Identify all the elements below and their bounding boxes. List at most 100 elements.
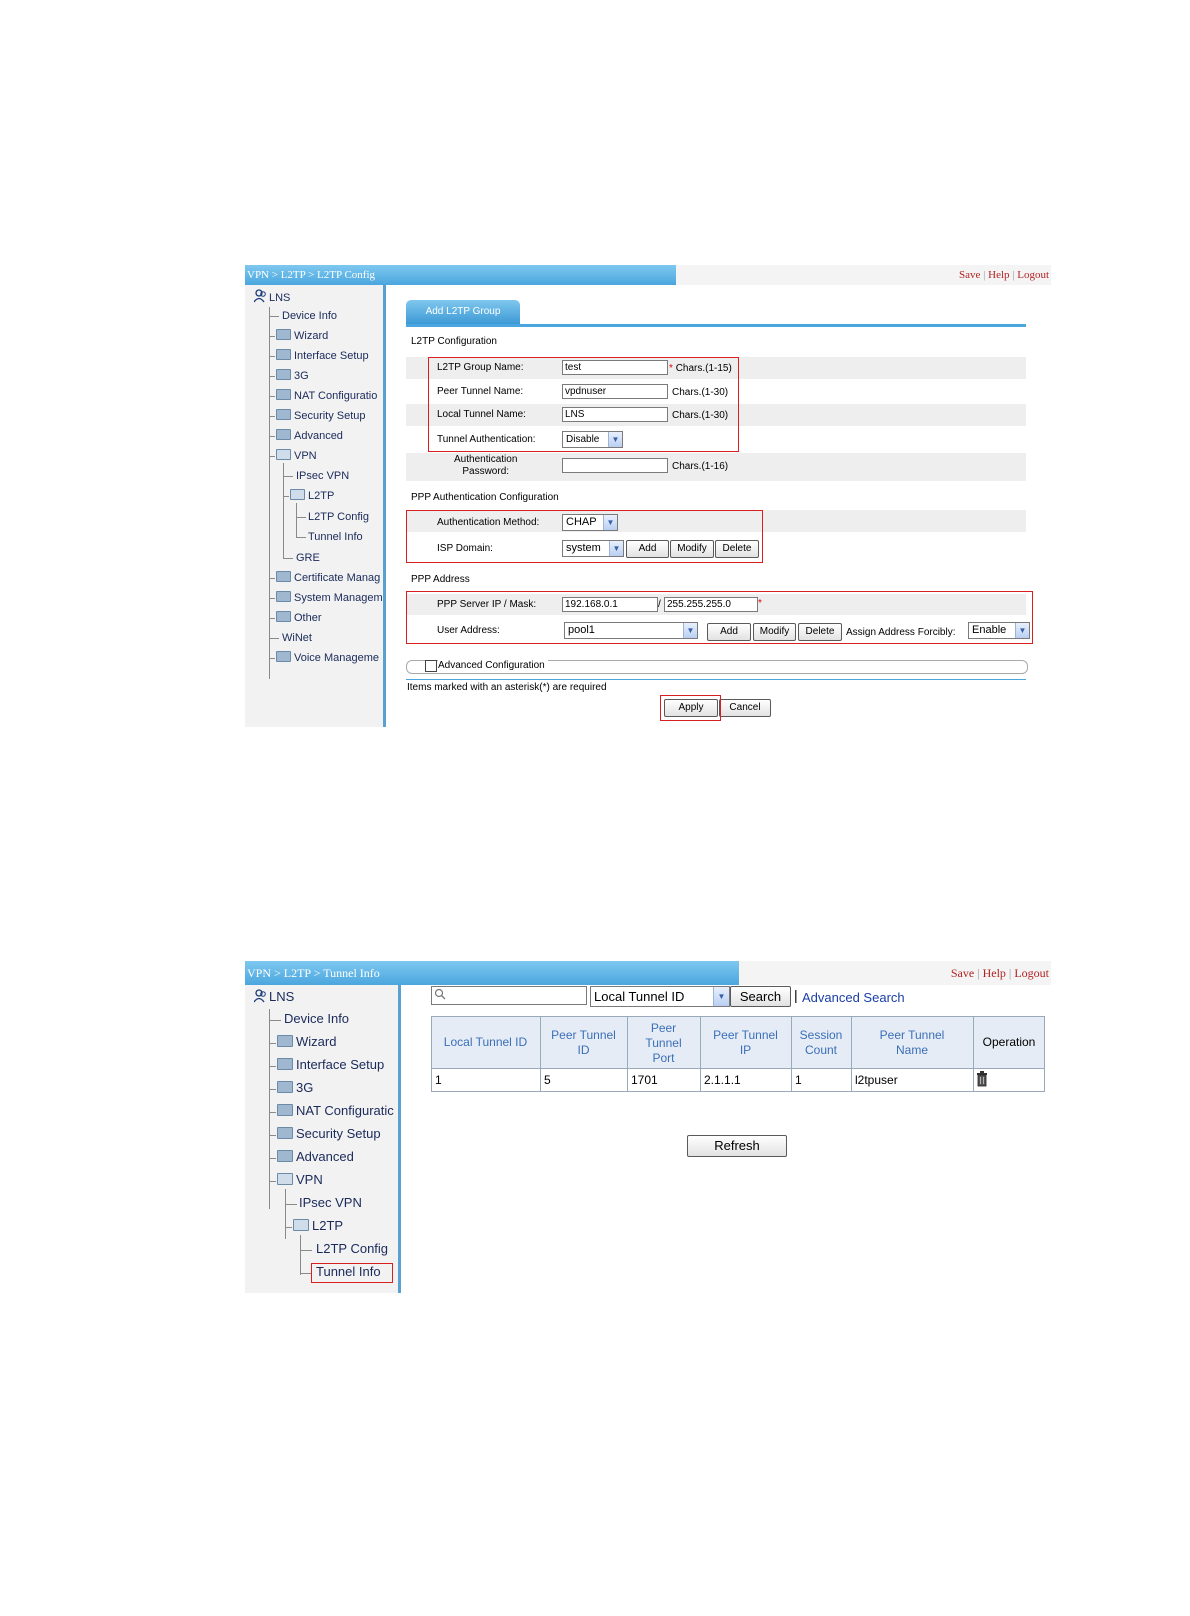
- isp-delete-button[interactable]: Delete: [715, 540, 759, 558]
- nav-l2tp[interactable]: L2TP: [290, 489, 334, 503]
- peer-tunnel-label: Peer Tunnel Name:: [437, 386, 524, 397]
- cell-local-tunnel-id: 1: [435, 1073, 442, 1087]
- tunnel-auth-select[interactable]: Disable ▼: [562, 431, 623, 448]
- nav-ipsec-vpn[interactable]: IPsec VPN: [299, 1196, 362, 1210]
- assign-forcibly-label: Assign Address Forcibly:: [846, 627, 956, 638]
- folder-icon: [276, 651, 291, 662]
- pool-add-button[interactable]: Add: [707, 623, 751, 641]
- nav-3g[interactable]: 3G: [277, 1081, 313, 1095]
- local-tunnel-input[interactable]: LNS: [562, 407, 668, 422]
- help-link[interactable]: Help: [988, 269, 1009, 281]
- tab-add-l2tp-group[interactable]: Add L2TP Group: [406, 300, 520, 324]
- col-peer-tunnel-name[interactable]: Peer Tunnel Name: [851, 1028, 973, 1058]
- advanced-search-link[interactable]: Advanced Search: [802, 990, 905, 1005]
- nav-voice-management[interactable]: Voice Manageme: [276, 651, 379, 665]
- nav-tunnel-info[interactable]: Tunnel Info: [308, 530, 363, 544]
- cell-session-count: 1: [795, 1073, 802, 1087]
- nav-vpn[interactable]: VPN: [276, 449, 317, 463]
- nav-certificate-management[interactable]: Certificate Manag: [276, 571, 380, 585]
- nav-root[interactable]: LNS: [254, 289, 290, 305]
- isp-domain-select[interactable]: system ▼: [562, 540, 624, 557]
- folder-icon: [276, 369, 291, 380]
- server-ip-input[interactable]: 192.168.0.1: [562, 597, 658, 612]
- nav-nat-configuration[interactable]: NAT Configuratic: [277, 1104, 394, 1118]
- nav-tunnel-info[interactable]: Tunnel Info: [316, 1265, 381, 1279]
- nav-device-info[interactable]: Device Info: [282, 309, 337, 323]
- logout-link[interactable]: Logout: [1014, 966, 1049, 980]
- nav-interface-setup[interactable]: Interface Setup: [277, 1058, 384, 1072]
- nav-system-management[interactable]: System Managem: [276, 591, 383, 605]
- col-peer-tunnel-port[interactable]: Peer Tunnel Port: [627, 1021, 700, 1066]
- l2tp-section-title: L2TP Configuration: [411, 336, 497, 347]
- folder-open-icon: [276, 449, 291, 460]
- folder-icon: [277, 1150, 293, 1162]
- folder-icon: [276, 409, 291, 420]
- nav-ipsec-vpn[interactable]: IPsec VPN: [296, 469, 349, 483]
- nav-gre[interactable]: GRE: [296, 551, 320, 565]
- isp-add-button[interactable]: Add: [626, 540, 669, 558]
- col-peer-tunnel-ip[interactable]: Peer Tunnel IP: [700, 1028, 791, 1058]
- nav-l2tp[interactable]: L2TP: [293, 1219, 343, 1233]
- save-link[interactable]: Save: [959, 269, 980, 281]
- save-link[interactable]: Save: [951, 966, 974, 980]
- users-icon: [254, 289, 266, 303]
- pool-delete-button[interactable]: Delete: [798, 623, 842, 641]
- peer-tunnel-hint: Chars.(1-30): [672, 387, 729, 398]
- search-icon: [434, 988, 446, 1000]
- nav-wizard[interactable]: Wizard: [277, 1035, 336, 1049]
- local-tunnel-hint: Chars.(1-30): [672, 410, 729, 421]
- col-operation: Operation: [982, 1035, 1036, 1049]
- user-address-select[interactable]: pool1 ▼: [564, 622, 698, 639]
- group-name-hint: * Chars.(1-15): [669, 363, 732, 374]
- search-input[interactable]: [431, 986, 587, 1005]
- nav-root[interactable]: LNS: [254, 989, 294, 1004]
- auth-password-input[interactable]: [562, 458, 668, 473]
- nav-vpn[interactable]: VPN: [277, 1173, 323, 1187]
- breadcrumb: VPN > L2TP > Tunnel Info: [245, 961, 739, 985]
- nav-security-setup[interactable]: Security Setup: [276, 409, 366, 423]
- folder-icon: [277, 1058, 293, 1070]
- nav-security-setup[interactable]: Security Setup: [277, 1127, 381, 1141]
- isp-modify-button[interactable]: Modify: [670, 540, 714, 558]
- col-session-count[interactable]: Session Count: [791, 1028, 851, 1058]
- group-name-label: L2TP Group Name:: [437, 362, 524, 373]
- nav-l2tp-config[interactable]: L2TP Config: [316, 1242, 388, 1256]
- pool-modify-button[interactable]: Modify: [753, 623, 796, 641]
- col-peer-tunnel-id[interactable]: Peer Tunnel ID: [540, 1028, 627, 1058]
- auth-method-select[interactable]: CHAP ▼: [562, 514, 618, 531]
- cell-peer-tunnel-port: 1701: [631, 1073, 658, 1087]
- auth-password-hint: Chars.(1-16): [672, 461, 729, 472]
- nav-advanced[interactable]: Advanced: [276, 429, 343, 443]
- chevron-down-icon: ▼: [683, 623, 697, 638]
- search-field-select[interactable]: Local Tunnel ID ▼: [590, 986, 730, 1007]
- nav-3g[interactable]: 3G: [276, 369, 309, 383]
- nav-nat-configuration[interactable]: NAT Configuratio: [276, 389, 377, 403]
- nav-tree: LNS Device Info Wizard Interface Setup 3…: [245, 985, 401, 1293]
- cancel-button[interactable]: Cancel: [719, 699, 771, 717]
- trash-icon[interactable]: [976, 1071, 988, 1087]
- search-button[interactable]: Search: [730, 986, 791, 1007]
- advanced-config-checkbox[interactable]: [425, 660, 437, 672]
- apply-button[interactable]: Apply: [664, 699, 718, 717]
- nav-interface-setup[interactable]: Interface Setup: [276, 349, 369, 363]
- refresh-button[interactable]: Refresh: [687, 1135, 787, 1157]
- group-name-input[interactable]: test: [562, 360, 668, 375]
- nav-other[interactable]: Other: [276, 611, 322, 625]
- help-link[interactable]: Help: [983, 966, 1006, 980]
- nav-winet[interactable]: WiNet: [282, 631, 312, 645]
- folder-icon: [276, 329, 291, 340]
- server-mask-input[interactable]: 255.255.255.0: [664, 597, 758, 612]
- chevron-down-icon: ▼: [608, 432, 622, 447]
- peer-tunnel-input[interactable]: vpdnuser: [562, 384, 668, 399]
- nav-l2tp-config[interactable]: L2TP Config: [308, 510, 369, 524]
- nav-tree: LNS Device Info Wizard Interface Setup 3…: [245, 285, 386, 727]
- nav-device-info[interactable]: Device Info: [284, 1012, 349, 1026]
- nav-wizard[interactable]: Wizard: [276, 329, 328, 343]
- col-local-tunnel-id[interactable]: Local Tunnel ID: [431, 1035, 540, 1050]
- nav-advanced[interactable]: Advanced: [277, 1150, 354, 1164]
- assign-forcibly-select[interactable]: Enable ▼: [968, 622, 1030, 639]
- top-bar: VPN > L2TP > Tunnel Info Save | Help | L…: [245, 961, 1051, 985]
- logout-link[interactable]: Logout: [1017, 269, 1049, 281]
- chevron-down-icon: ▼: [1015, 623, 1029, 638]
- folder-icon: [277, 1104, 293, 1116]
